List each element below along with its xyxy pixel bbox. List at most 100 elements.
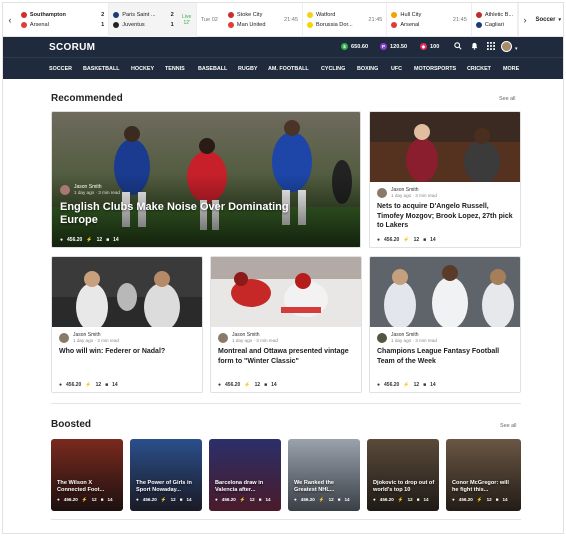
boosted-card[interactable]: Barcelona draw in Valencia after... ● 456…: [209, 439, 281, 511]
author-row[interactable]: Jason Smith 1 day ago · 3 min read: [211, 327, 361, 343]
article-stats: ● 456.20 ⚡ 12 ■ 14: [215, 497, 271, 503]
comment-icon[interactable]: ■: [423, 382, 426, 388]
article-card[interactable]: Jason Smith 1 day ago · 3 min read Montr…: [210, 256, 362, 393]
user-avatar[interactable]: [501, 41, 512, 52]
balance-sp[interactable]: P 120.50: [380, 43, 407, 50]
author-avatar: [377, 332, 387, 343]
payout-value: 456.20: [384, 237, 400, 243]
featured-article-title[interactable]: English Clubs Make Noise Over Dominating…: [60, 201, 310, 227]
boosted-card[interactable]: We Ranked the Greatest NHL... ● 456.20 ⚡ 12…: [288, 439, 360, 511]
nav-item-tennis[interactable]: TENNIS: [165, 66, 185, 72]
votes-count: 12: [95, 382, 102, 388]
away-team: Arsenal: [29, 21, 49, 28]
balance-gems[interactable]: ◆ 100: [420, 43, 439, 50]
nav-item-baseball[interactable]: BASEBALL: [198, 66, 227, 72]
article-stats: ● 456.20 ⚡ 12 ■ 14: [377, 382, 436, 388]
nav-item-cycling[interactable]: CYCLING: [321, 66, 345, 72]
bell-icon[interactable]: [471, 42, 478, 53]
comment-icon[interactable]: ■: [106, 237, 109, 243]
comments-count: 14: [502, 497, 508, 502]
match-item[interactable]: Southampton Arsenal 2 1: [17, 3, 110, 37]
article-title[interactable]: Champions League Fantasy Football Team o…: [370, 343, 520, 366]
article-card[interactable]: Jason Smith 1 day ago · 3 min read Who w…: [51, 256, 203, 393]
boosted-card[interactable]: Conor McGregor: will he fight this... ● 4…: [446, 439, 521, 511]
boosted-card[interactable]: The Wilson X Connected Foot... ● 456.20 ⚡ 1…: [51, 439, 123, 511]
article-stats: ● 456.20 ⚡ 12 ■ 14: [373, 497, 429, 503]
site-logo[interactable]: SCORUM: [49, 42, 95, 53]
article-card[interactable]: Jason Smith 1 day ago · 3 min read Nets …: [369, 111, 521, 248]
boosted-title-text: We Ranked the Greatest NHL...: [294, 480, 335, 493]
sport-select-label: Soccer: [535, 16, 556, 23]
vote-icon[interactable]: ⚡: [244, 382, 250, 388]
votes-count: 12: [486, 497, 492, 502]
article-stats: ● 456.20 ⚡ 12 ■ 14: [377, 237, 436, 243]
author-row[interactable]: Jason Smith 1 day ago · 3 min read: [60, 184, 120, 195]
comments-count: 14: [430, 237, 436, 243]
payout-icon: ●: [57, 497, 60, 502]
payout-icon: ●: [218, 382, 222, 388]
nav-item-basketball[interactable]: BASKETBALL: [83, 66, 120, 72]
nav-item-cricket[interactable]: CRICKET: [467, 66, 491, 72]
chevron-down-icon[interactable]: ▾: [515, 44, 518, 54]
boosted-card[interactable]: The Power of Girls in Sport Nowaday... ●…: [130, 439, 202, 511]
match-item[interactable]: Paris Saint ... Juventus 2 1 Live 12': [109, 3, 197, 37]
match-time: 21:45: [452, 16, 467, 23]
payout-value: 456.20: [67, 237, 83, 243]
article-title[interactable]: Montreal and Ottawa presented vintage fo…: [211, 343, 361, 366]
boosted-card[interactable]: Djokovic to drop out of world's top 10 ●…: [367, 439, 439, 511]
author-row[interactable]: Jason Smith 1 day ago · 3 min read: [370, 327, 520, 343]
post-time: 1 day ago · 3 min read: [391, 338, 437, 343]
ticker-prev-arrow-icon[interactable]: ‹: [3, 3, 17, 37]
post-time: 1 day ago · 3 min read: [74, 190, 120, 195]
match-item[interactable]: Hull City Arsenal 21:45: [387, 3, 472, 37]
comment-icon[interactable]: ■: [264, 382, 267, 388]
nav-item-soccer[interactable]: SOCCER: [49, 66, 72, 72]
nav-item-boxing[interactable]: BOXING: [357, 66, 378, 72]
team-crest-icon: [113, 11, 120, 18]
boosted-title-text: Conor McGregor: will he fight this...: [452, 480, 509, 493]
section-divider: [51, 519, 521, 520]
score-ticker: ‹ Southampton Arsenal 2 1 Paris Saint ..…: [3, 3, 563, 37]
payout-value: 456.20: [142, 497, 157, 502]
balance-value: 650.60: [351, 43, 369, 50]
away-team: Borussia Dor...: [315, 21, 353, 28]
vote-icon[interactable]: ⚡: [86, 237, 92, 243]
nav-item-hockey[interactable]: HOCKEY: [131, 66, 154, 72]
team-crest-icon: [113, 21, 120, 28]
nav-item-more[interactable]: MORE: [503, 66, 519, 72]
home-team: Southampton: [29, 11, 66, 18]
author-row[interactable]: Jason Smith 1 day ago · 3 min read: [370, 182, 520, 198]
sport-select[interactable]: Soccer ▾: [531, 16, 563, 23]
recommended-see-all-link[interactable]: See all: [499, 96, 515, 102]
vote-icon: ⚡: [318, 497, 325, 502]
comments-count: 14: [423, 497, 429, 502]
match-item[interactable]: Watford Borussia Dor... 21:45: [303, 3, 388, 37]
vote-icon[interactable]: ⚡: [403, 237, 409, 243]
away-team: Juventus: [122, 21, 145, 28]
comment-icon[interactable]: ■: [423, 237, 426, 243]
comments-count: 14: [107, 497, 113, 502]
nav-item-rugby[interactable]: RUGBY: [238, 66, 257, 72]
nav-item-am-football[interactable]: AM. FOOTBALL: [268, 66, 309, 72]
author-row[interactable]: Jason Smith 1 day ago · 3 min read: [52, 327, 202, 343]
payout-value: 456.20: [225, 382, 241, 388]
match-item[interactable]: Tue 02 Stoke City Man United 21:45: [197, 3, 303, 37]
balance-scr[interactable]: $ 650.60: [341, 43, 368, 50]
boosted-title-text: The Wilson X Connected Foot...: [57, 480, 105, 493]
vote-icon[interactable]: ⚡: [85, 382, 91, 388]
vote-icon[interactable]: ⚡: [403, 382, 409, 388]
search-icon[interactable]: [454, 42, 462, 53]
article-card[interactable]: Jason Smith 1 day ago · 3 min read Champ…: [369, 256, 521, 393]
comment-icon[interactable]: ■: [105, 382, 108, 388]
ticker-next-arrow-icon[interactable]: ›: [517, 3, 532, 37]
nav-item-ufc[interactable]: UFC: [391, 66, 402, 72]
boosted-see-all-link[interactable]: See all: [500, 423, 516, 429]
recommended-title: Recommended: [51, 93, 123, 104]
match-item[interactable]: Athletic B... Cagliari: [472, 3, 518, 37]
comments-count: 14: [186, 497, 192, 502]
featured-article-card[interactable]: Jason Smith 1 day ago · 3 min read Engli…: [51, 111, 361, 248]
apps-grid-icon[interactable]: [487, 42, 495, 53]
article-title[interactable]: Who will win: Federer or Nadal?: [52, 343, 202, 357]
nav-item-motorsports[interactable]: MOTORSPORTS: [414, 66, 456, 72]
article-title[interactable]: Nets to acquire D'Angelo Russell, Timofe…: [370, 198, 520, 231]
